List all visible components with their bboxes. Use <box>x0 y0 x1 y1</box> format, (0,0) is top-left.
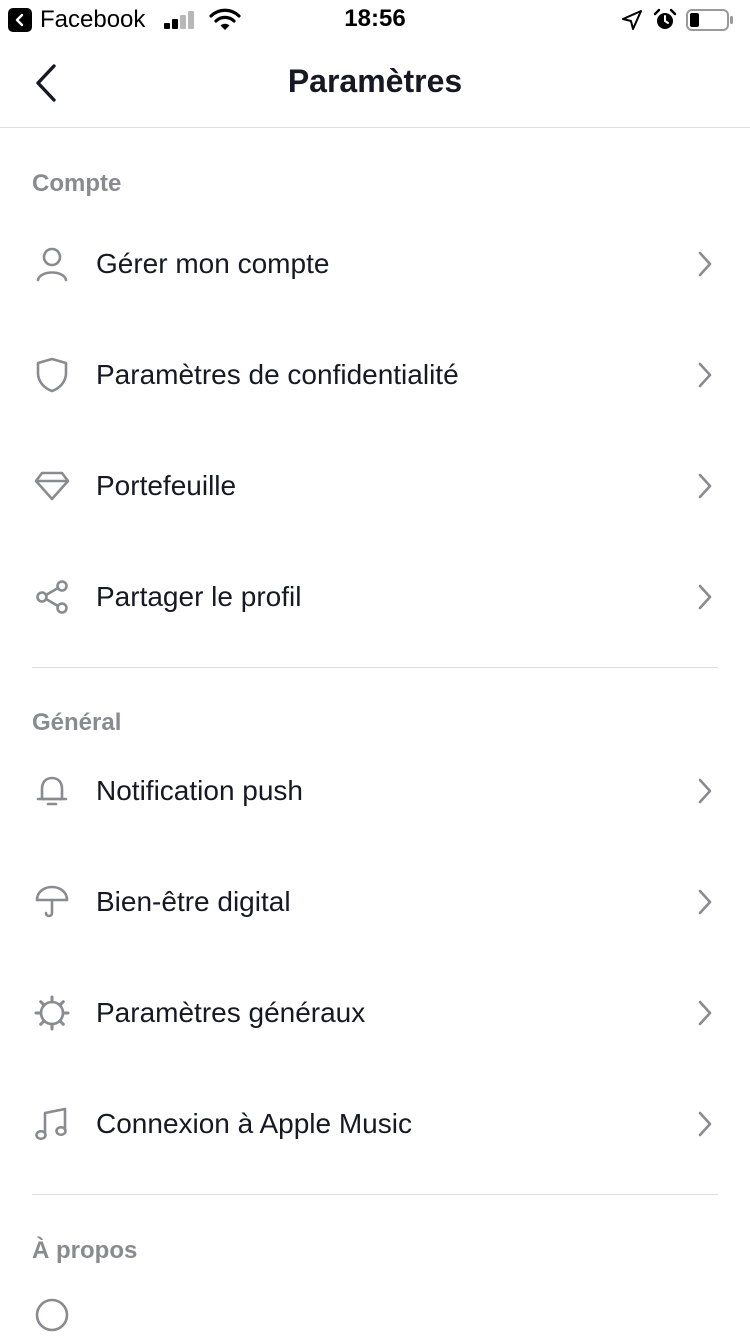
settings-row-general-settings[interactable]: Paramètres généraux <box>0 957 750 1068</box>
section-header-compte: Compte <box>32 170 122 197</box>
row-label: Partager le profil <box>96 580 302 612</box>
alarm-icon <box>653 8 677 32</box>
chevron-right-icon <box>696 999 714 1027</box>
row-label: Gérer mon compte <box>96 247 330 279</box>
person-icon <box>32 244 72 284</box>
page-title: Paramètres <box>287 63 463 99</box>
settings-row-wallet[interactable]: Portefeuille <box>0 430 750 541</box>
chevron-right-icon <box>696 888 714 916</box>
row-label: Portefeuille <box>96 469 237 501</box>
settings-row-apple-music[interactable]: Connexion à Apple Music <box>0 1068 750 1179</box>
chevron-right-icon <box>696 250 714 278</box>
shield-icon <box>32 355 72 395</box>
chevron-right-icon <box>696 583 714 611</box>
chevron-right-icon <box>696 1110 714 1138</box>
chevron-right-icon <box>696 777 714 805</box>
chevron-right-icon <box>696 472 714 500</box>
section-header-about: À propos <box>32 1237 138 1264</box>
settings-row-digital-wellbeing[interactable]: Bien-être digital <box>0 846 750 957</box>
row-label: Connexion à Apple Music <box>96 1107 412 1139</box>
settings-row-privacy[interactable]: Paramètres de confidentialité <box>0 319 750 430</box>
music-note-icon <box>32 1104 72 1144</box>
partial-row <box>0 1297 750 1337</box>
battery-icon <box>686 8 734 32</box>
settings-row-push-notifications[interactable]: Notification push <box>0 735 750 846</box>
diamond-icon <box>32 466 72 506</box>
row-label: Bien-être digital <box>96 885 291 917</box>
bell-icon <box>32 771 72 811</box>
gear-icon <box>32 993 72 1033</box>
section-header-general: Général <box>32 709 122 736</box>
row-label: Notification push <box>96 774 304 806</box>
row-label: Paramètres généraux <box>96 996 366 1028</box>
settings-list: Compte Gérer mon compte Paramètres de co… <box>0 128 750 1337</box>
status-bar: Facebook 18:56 <box>0 0 750 40</box>
nav-bar: Paramètres <box>0 40 750 128</box>
umbrella-icon <box>32 882 72 922</box>
location-icon <box>621 9 643 31</box>
settings-row-share-profile[interactable]: Partager le profil <box>0 541 750 652</box>
row-label: Paramètres de confidentialité <box>96 358 459 390</box>
share-icon <box>32 577 72 617</box>
settings-row-manage-account[interactable]: Gérer mon compte <box>0 208 750 319</box>
chevron-right-icon <box>696 361 714 389</box>
info-icon <box>35 1298 69 1332</box>
